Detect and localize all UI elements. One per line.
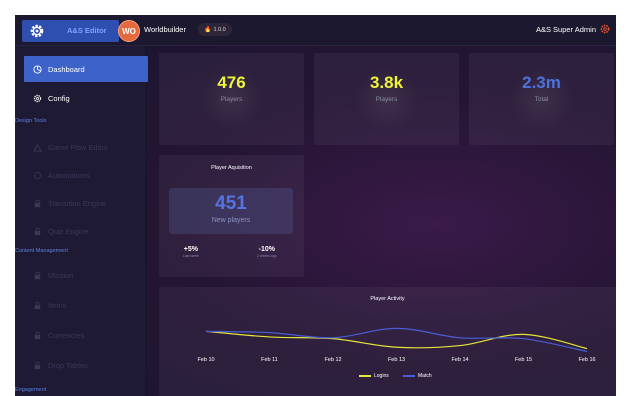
x-tick-label: Feb 16: [578, 357, 596, 363]
section-label-engagement: Engagement: [15, 387, 47, 393]
sidebar-item-drop-tables[interactable]: Drop Tables: [24, 355, 148, 375]
avatar[interactable]: WO: [118, 20, 140, 42]
player-activity-card: Player Activity Feb 10 Feb 11 Feb 12 Feb 13…: [159, 287, 616, 396]
series-line-match: [205, 327, 588, 353]
legend-swatch: [403, 375, 415, 377]
stat-value: 476: [217, 73, 246, 92]
delta-value: +5%: [183, 246, 198, 253]
x-tick-label: Feb 10: [197, 357, 215, 363]
logo-text: A&S Editor: [67, 26, 107, 35]
top-bar: A&S Editor WO Worldbuilder 🔥 1.0.0 A&S S…: [15, 15, 616, 46]
delta-value: -10%: [258, 246, 275, 253]
flame-icon: 🔥: [204, 27, 212, 33]
sidebar-item-label: Dashboard: [48, 64, 85, 74]
flow-icon: [33, 143, 42, 152]
admin-label[interactable]: A&S Super Admin: [536, 25, 596, 34]
legend-label: Match: [418, 373, 432, 379]
legend-label: Logins: [374, 373, 389, 379]
x-tick-label: Feb 15: [514, 357, 533, 363]
sidebar-item-label: Quiz Engine: [48, 226, 89, 236]
delta-sub: 2 weeks ago: [257, 254, 277, 258]
sidebar-item-dashboard[interactable]: Dashboard: [24, 56, 148, 82]
sidebar-item-transition-engine[interactable]: Transition Engine: [24, 193, 148, 213]
stat-card-players: 476 Players: [159, 53, 304, 145]
lock-icon: [34, 271, 41, 279]
delta-last-week: +5% Last week: [183, 246, 199, 258]
lock-icon: [34, 199, 41, 207]
new-players-label: New players: [211, 217, 251, 224]
sidebar-item-label: Transition Engine: [48, 198, 107, 208]
section-label-content-management: Content Management: [15, 248, 68, 254]
gear-icon: [33, 171, 42, 179]
logo-button[interactable]: A&S Editor: [22, 20, 119, 42]
sidebar-item-label: Drop Tables: [48, 360, 88, 370]
dashboard-icon: [33, 64, 42, 74]
sidebar-item-quiz-engine[interactable]: Quiz Engine: [24, 221, 148, 241]
gear-logo-icon: [30, 24, 44, 38]
stat-label: Players: [220, 96, 243, 103]
version-badge: 🔥 1.0.0: [198, 23, 232, 36]
sidebar-item-label: Game Flow Editor: [48, 142, 109, 152]
player-acquisition-card: Player Aquisition 451 New players +5% La…: [159, 155, 304, 277]
settings-gear-icon[interactable]: [600, 24, 610, 34]
stat-card-players-total: 3.8k Players: [314, 53, 459, 145]
x-tick-label: Feb 14: [451, 357, 469, 363]
app-name: Worldbuilder: [144, 25, 186, 34]
legend-match: Match: [403, 373, 432, 379]
sidebar-item-items[interactable]: Items: [24, 295, 148, 315]
sidebar-item-automations[interactable]: Automations: [24, 165, 148, 185]
sidebar-item-label: Items: [48, 300, 67, 310]
lock-icon: [34, 301, 41, 309]
lock-icon: [34, 227, 41, 235]
version-text: 1.0.0: [213, 26, 226, 33]
sidebar-item-mission[interactable]: Mission: [24, 265, 148, 285]
sidebar-item-label: Currencies: [48, 330, 85, 340]
stat-label: Players: [375, 96, 398, 103]
lock-icon: [34, 331, 41, 339]
stat-card-total: 2.3m Total: [469, 53, 614, 145]
delta-two-weeks: -10% 2 weeks ago: [257, 246, 277, 258]
stat-value: 3.8k: [369, 73, 404, 92]
x-tick-label: Feb 13: [387, 357, 406, 363]
sidebar-item-currencies[interactable]: Currencies: [24, 325, 148, 345]
new-players-panel: 451 New players: [169, 188, 293, 234]
sidebar-item-game-flow-editor[interactable]: Game Flow Editor: [24, 137, 148, 157]
sidebar-item-label: Mission: [48, 270, 74, 280]
app-window: A&S Editor WO Worldbuilder 🔥 1.0.0 A&S S…: [15, 15, 616, 396]
legend-swatch: [359, 375, 371, 377]
x-tick-label: Feb 11: [261, 357, 278, 363]
section-label-design-tools: Design Tools: [15, 118, 47, 124]
gear-icon: [33, 94, 42, 102]
sidebar-item-label: Config: [48, 93, 70, 103]
stat-value: 2.3m: [522, 73, 561, 92]
lock-icon: [34, 361, 41, 369]
sidebar-item-label: Automations: [48, 170, 90, 180]
activity-chart: [205, 327, 588, 353]
sidebar-item-config[interactable]: Config: [24, 88, 148, 108]
x-tick-label: Feb 12: [324, 357, 342, 363]
new-players-value: 451: [215, 193, 247, 214]
sidebar: Dashboard Config Design Tools Game Flow …: [15, 46, 148, 396]
stat-label: Total: [534, 96, 549, 103]
delta-sub: Last week: [183, 254, 199, 258]
card-title: Player Aquisition: [211, 165, 252, 171]
legend-logins: Logins: [359, 373, 389, 379]
